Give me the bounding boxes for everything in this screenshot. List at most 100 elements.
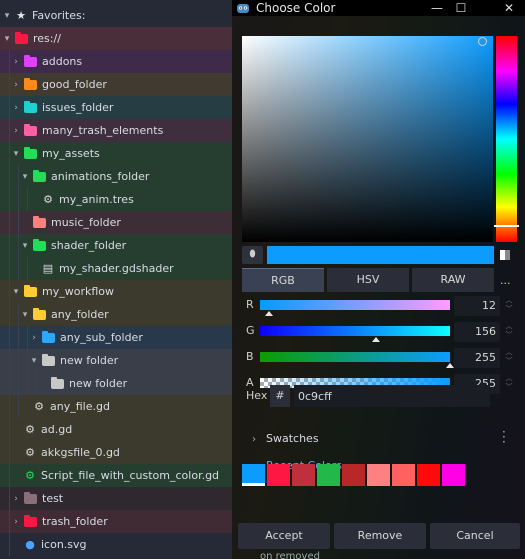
close-icon[interactable]: ✕: [497, 0, 521, 16]
chevron-right-icon[interactable]: ›: [11, 103, 21, 113]
tree-guide-line: [18, 395, 19, 418]
tree-row[interactable]: ▾ res://: [0, 27, 232, 50]
tree-row[interactable]: ● icon.svg: [0, 533, 232, 556]
accept-button[interactable]: Accept: [238, 523, 330, 549]
recent-color-swatch[interactable]: [292, 464, 315, 486]
chevron-right-icon: ›: [252, 434, 256, 445]
recent-color-swatch[interactable]: [267, 464, 290, 486]
sv-cursor[interactable]: [478, 37, 487, 46]
tree-row-label: test: [42, 492, 64, 505]
recent-color-swatch[interactable]: [342, 464, 365, 486]
spinner-arrows-icon[interactable]: ︿ ﹀: [504, 322, 514, 342]
remove-button[interactable]: Remove: [334, 523, 426, 549]
channel-value-input[interactable]: 156: [454, 322, 500, 342]
slider-thumb[interactable]: [372, 337, 381, 342]
minimize-icon[interactable]: —: [425, 0, 449, 16]
spinner-arrows-icon[interactable]: ︿ ﹀: [504, 348, 514, 368]
cancel-button[interactable]: Cancel: [430, 523, 520, 549]
tree-row[interactable]: › trash_folder: [0, 510, 232, 533]
recent-color-swatch[interactable]: [442, 464, 465, 486]
tree-row[interactable]: ▾ shader_folder: [0, 234, 232, 257]
chevron-down-icon[interactable]: ▾: [2, 34, 12, 44]
tree-row[interactable]: › addons: [0, 50, 232, 73]
tree-row[interactable]: ▾ my_workflow: [0, 280, 232, 303]
tree-row[interactable]: ⚙ ad.gd: [0, 418, 232, 441]
tree-row[interactable]: ▾ ★ Favorites:: [0, 4, 232, 27]
tree-row[interactable]: ⚙ akkgsfile_0.gd: [0, 441, 232, 464]
tree-row[interactable]: › issues_folder: [0, 96, 232, 119]
slider-thumb[interactable]: [264, 311, 273, 316]
chevron-right-icon[interactable]: ›: [11, 80, 21, 90]
recent-color-swatch[interactable]: [417, 464, 440, 486]
gear-icon: ⚙: [25, 422, 35, 436]
dialog-titlebar[interactable]: Choose Color — ☐ ✕: [232, 0, 525, 16]
chevron-right-icon[interactable]: ›: [11, 126, 21, 136]
tree-guide-line: [18, 234, 19, 257]
chevron-down-icon[interactable]: ▾: [29, 356, 39, 366]
gear-icon: ⚙: [34, 399, 44, 413]
tab-rgb[interactable]: RGB: [242, 268, 324, 292]
channel-track[interactable]: [260, 352, 450, 362]
channel-track[interactable]: [260, 300, 450, 310]
chevron-down-icon[interactable]: ▾: [20, 172, 30, 182]
tree-row-label: my_anim.tres: [59, 193, 134, 206]
slider-g: G 156 ︿ ﹀: [242, 322, 517, 342]
tree-row[interactable]: ▾ new folder: [0, 349, 232, 372]
tree-guide-line: [9, 349, 10, 372]
color-preview: [267, 246, 494, 264]
chevron-right-icon[interactable]: ›: [11, 517, 21, 527]
chevron-right-icon[interactable]: ›: [29, 333, 39, 343]
tree-row[interactable]: music_folder: [0, 211, 232, 234]
folder-icon: [33, 307, 46, 320]
swatches-section[interactable]: › Swatches: [252, 432, 319, 445]
tree-guide-line: [18, 349, 19, 372]
chevron-down-icon[interactable]: ▾: [20, 241, 30, 251]
tree-guide-line: [18, 257, 19, 280]
tree-row[interactable]: ▤ my_shader.gdshader: [0, 257, 232, 280]
recent-color-swatch[interactable]: [392, 464, 415, 486]
tree-row[interactable]: › good_folder: [0, 73, 232, 96]
tree-row-label: my_assets: [42, 147, 100, 160]
chevron-right-icon[interactable]: ›: [11, 57, 21, 67]
more-options-button[interactable]: ...: [500, 274, 511, 287]
channel-value-input[interactable]: 12: [454, 296, 500, 316]
tree-row[interactable]: ⚙ my_anim.tres: [0, 188, 232, 211]
channel-track[interactable]: [260, 326, 450, 336]
spinner-arrows-icon[interactable]: ︿ ﹀: [504, 374, 514, 394]
tree-row[interactable]: ▾ animations_folder: [0, 165, 232, 188]
hue-marker[interactable]: [494, 225, 519, 228]
chevron-down-icon[interactable]: ▾: [20, 310, 30, 320]
saturation-value-square[interactable]: [242, 36, 493, 242]
slider-thumb[interactable]: [446, 363, 454, 368]
recent-color-swatch[interactable]: [367, 464, 390, 486]
hex-hash-button[interactable]: #: [270, 385, 290, 407]
chevron-down-icon[interactable]: ▾: [2, 11, 12, 21]
tree-row[interactable]: › many_trash_elements: [0, 119, 232, 142]
tree-row[interactable]: › test: [0, 487, 232, 510]
spinner-arrows-icon[interactable]: ︿ ﹀: [504, 296, 514, 316]
chevron-down-icon[interactable]: ▾: [11, 287, 21, 297]
gear-icon: ⚙: [25, 445, 35, 459]
shader-icon: ▤: [42, 261, 54, 275]
tree-guide-line: [9, 211, 10, 234]
tree-row[interactable]: new folder: [0, 372, 232, 395]
tree-row[interactable]: ⚙ Script_file_with_custom_color.gd: [0, 464, 232, 487]
recent-color-swatch[interactable]: [242, 464, 265, 486]
maximize-icon[interactable]: ☐: [449, 0, 473, 16]
tree-row[interactable]: ⚙ any_file.gd: [0, 395, 232, 418]
tab-raw[interactable]: RAW: [412, 268, 494, 292]
hue-slider[interactable]: [494, 36, 519, 242]
eyedropper-icon[interactable]: ⬮: [242, 246, 263, 264]
recent-color-swatch[interactable]: [317, 464, 340, 486]
tree-row[interactable]: › any_sub_folder: [0, 326, 232, 349]
chevron-right-icon[interactable]: ›: [11, 494, 21, 504]
hex-input[interactable]: [294, 385, 490, 407]
channel-value-input[interactable]: 255: [454, 348, 500, 368]
tree-guide-line: [9, 326, 10, 349]
chevron-down-icon[interactable]: ▾: [11, 149, 21, 159]
kebab-menu-icon[interactable]: · · ·: [502, 426, 506, 448]
tree-row[interactable]: ▾ any_folder: [0, 303, 232, 326]
slider-r: R 12 ︿ ﹀: [242, 296, 517, 316]
tree-row[interactable]: ▾ my_assets: [0, 142, 232, 165]
tab-hsv[interactable]: HSV: [327, 268, 409, 292]
